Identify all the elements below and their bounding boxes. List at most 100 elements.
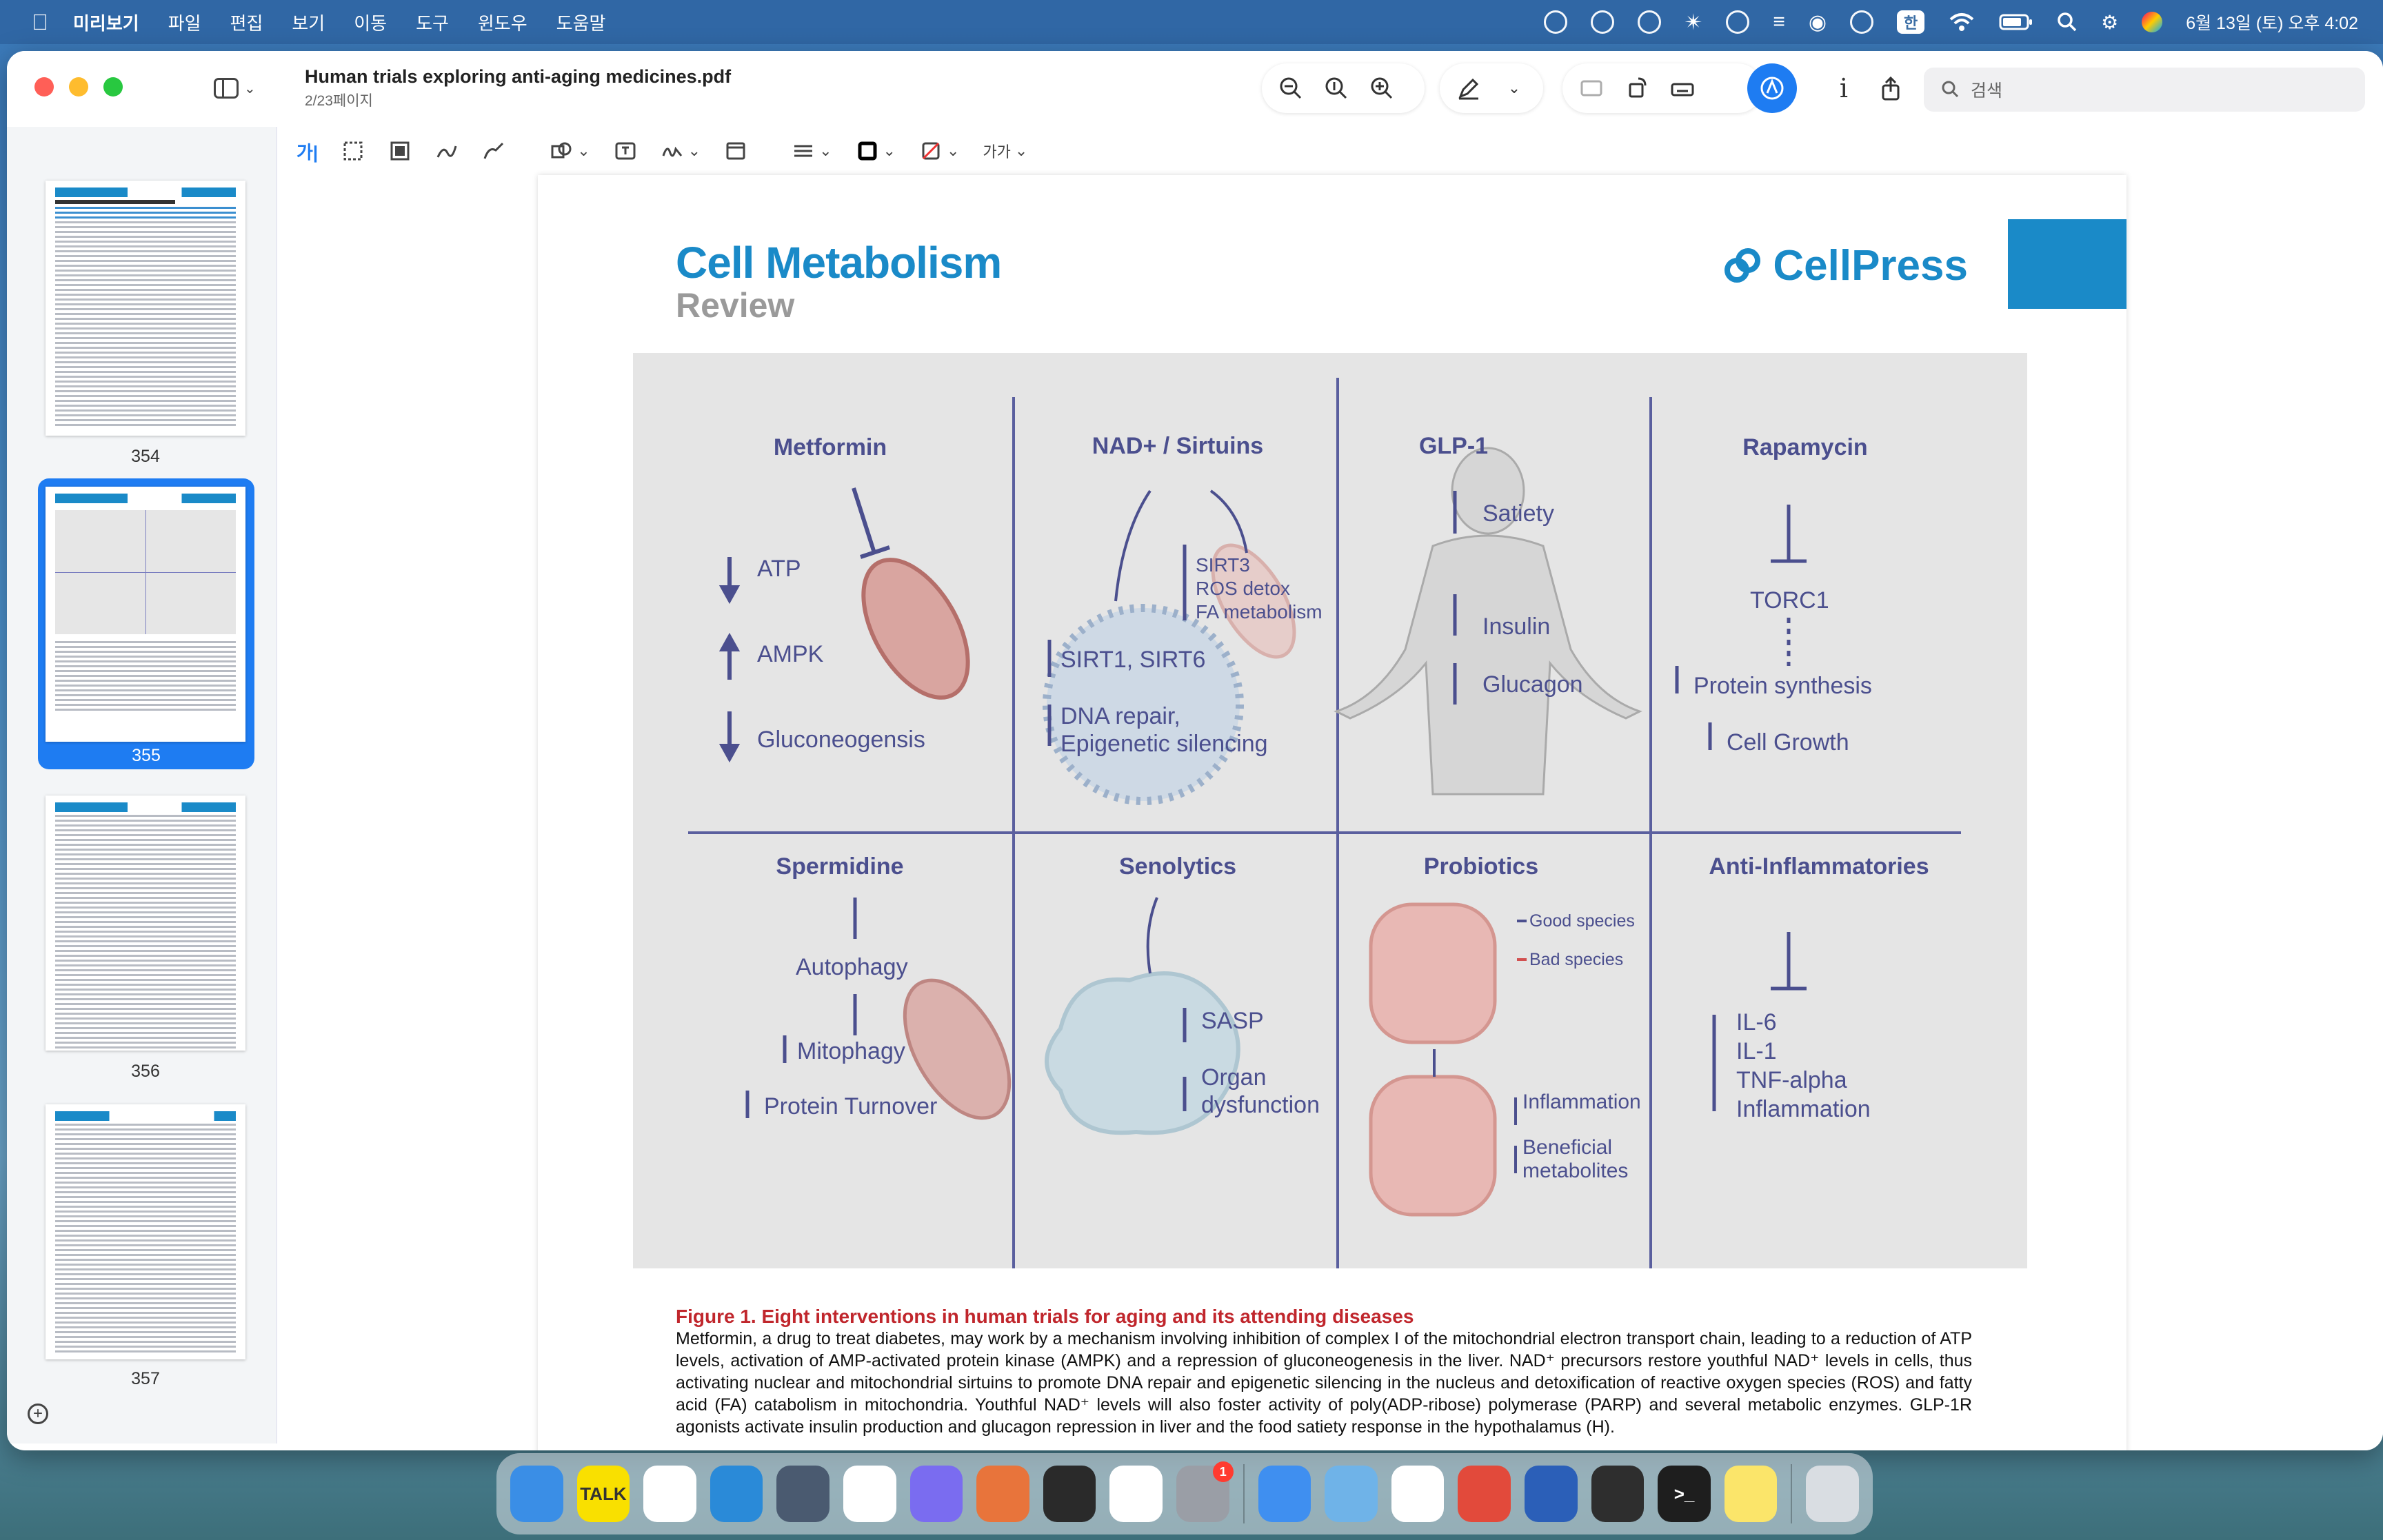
menu-help[interactable]: 도움말 <box>556 10 606 35</box>
nad-epigenetic: Epigenetic silencing <box>1060 731 1268 757</box>
zoom-controls <box>1262 63 1425 113</box>
info-icon[interactable]: i <box>1829 73 1859 103</box>
dock-app-mail-icon[interactable] <box>1258 1466 1311 1522</box>
text-box-icon[interactable] <box>614 139 637 163</box>
figure-drawing <box>688 378 1961 1268</box>
share-icon[interactable] <box>1876 73 1906 103</box>
zoom-button[interactable] <box>103 77 123 97</box>
journal-color-tab <box>2008 219 2126 309</box>
probiotics-inflammation: Inflammation <box>1522 1091 1641 1113</box>
glp1-glucagon: Glucagon <box>1482 671 1583 698</box>
form-fill-icon[interactable] <box>1667 73 1698 103</box>
menu-edit[interactable]: 편집 <box>230 10 263 35</box>
dock-app-perplexity-icon[interactable] <box>1109 1466 1163 1522</box>
probiotics-good-species: Good species <box>1529 911 1635 931</box>
dock-app-ollama-icon[interactable] <box>1325 1466 1378 1522</box>
input-source-indicator[interactable]: 한 <box>1897 10 1925 34</box>
chevron-down-icon[interactable]: ⌄ <box>1499 73 1529 103</box>
zoom-out-icon[interactable] <box>1276 73 1306 103</box>
status-icon-3[interactable] <box>1637 10 1661 34</box>
dock-app-kakaotalk-icon[interactable]: TALK <box>576 1466 630 1522</box>
page-indicator: 2/23페이지 <box>305 93 373 109</box>
rotate-icon[interactable] <box>1622 73 1652 103</box>
dock-app-system-settings-icon[interactable]: 1 <box>1176 1461 1234 1522</box>
dock-app-notes-icon[interactable] <box>1724 1466 1778 1522</box>
search-field[interactable]: 검색 <box>1924 68 2365 112</box>
smart-lasso-icon[interactable] <box>388 139 412 163</box>
menu-view[interactable]: 보기 <box>292 10 325 35</box>
nad-ros: ROS detox <box>1196 578 1290 599</box>
dock-app-chrome-icon[interactable] <box>643 1466 696 1522</box>
spermidine-protein-turnover: Protein Turnover <box>764 1093 938 1119</box>
page-thumbnail[interactable] <box>46 181 245 436</box>
dock-app-trash-icon[interactable] <box>1806 1466 1859 1522</box>
apple-menu-icon[interactable]:  <box>28 10 52 34</box>
border-color-icon[interactable]: ⌄ <box>856 139 896 163</box>
menu-go[interactable]: 이동 <box>354 10 387 35</box>
sketch-icon[interactable] <box>435 139 459 163</box>
caption-title: Figure 1. Eight interventions in human t… <box>676 1306 1414 1327</box>
menu-app-name[interactable]: 미리보기 <box>73 10 139 35</box>
zoom-in-icon[interactable] <box>1367 73 1397 103</box>
chatgpt-icon[interactable] <box>1726 10 1750 34</box>
chat-bubble-icon[interactable]: ◉ <box>1809 10 1827 34</box>
play-icon[interactable] <box>1850 10 1874 34</box>
image-icon[interactable] <box>1576 73 1607 103</box>
dock-app-finder-icon[interactable] <box>510 1466 563 1522</box>
signature-icon[interactable]: ⌄ <box>661 139 701 163</box>
dock-app-numbers-icon[interactable] <box>1391 1466 1445 1522</box>
dock-app-keychain-icon[interactable] <box>1591 1466 1645 1522</box>
note-icon[interactable] <box>724 139 747 163</box>
close-button[interactable] <box>34 77 54 97</box>
page-thumbnail[interactable] <box>46 1104 245 1359</box>
status-icon-2[interactable] <box>1590 10 1614 34</box>
text-selection-tool[interactable]: 가| <box>296 139 318 164</box>
document-view[interactable]: Cell Metabolism Review CellPress Metform… <box>277 175 2383 1450</box>
dock-app-terminal-icon[interactable]: >_ <box>1658 1466 1711 1522</box>
control-icon[interactable]: ≡ <box>1773 10 1785 34</box>
sidebar-toggle-button[interactable]: ⌄ <box>214 76 258 101</box>
menu-window[interactable]: 윈도우 <box>478 10 527 35</box>
fill-color-icon[interactable]: ⌄ <box>919 139 959 163</box>
text-style-button[interactable]: 가가 ⌄ <box>983 140 1027 162</box>
highlight-pen-icon[interactable] <box>1454 73 1484 103</box>
dock-app-chatgpt-icon[interactable] <box>843 1466 896 1522</box>
page-thumbnail-selected[interactable] <box>46 487 245 742</box>
search-icon[interactable] <box>2057 12 2078 32</box>
dock-app-vs-code-icon[interactable] <box>710 1466 763 1522</box>
line-style-icon[interactable]: ⌄ <box>792 139 832 163</box>
publisher-name: CellPress <box>1773 242 1968 290</box>
dock-app-claude-icon[interactable] <box>976 1466 1029 1522</box>
thumbnail-label: 357 <box>131 1369 160 1388</box>
minimize-button[interactable] <box>69 77 88 97</box>
markup-button[interactable] <box>1747 63 1797 113</box>
dock-app-messenger-icon[interactable] <box>909 1466 963 1522</box>
page-thumbnail[interactable] <box>46 796 245 1051</box>
siri-icon[interactable] <box>2142 12 2163 32</box>
status-icon-1[interactable] <box>1543 10 1567 34</box>
thumbnail-label: 356 <box>131 1062 160 1081</box>
dock-app-pdf-expert-icon[interactable] <box>1458 1466 1511 1522</box>
actual-size-icon[interactable] <box>1321 73 1351 103</box>
journal-name: Cell Metabolism <box>676 238 1002 287</box>
publisher-logo: CellPress <box>1722 241 1968 290</box>
wifi-icon[interactable] <box>1948 11 1975 33</box>
rect-selection-icon[interactable] <box>341 139 365 163</box>
menu-datetime[interactable]: 6월 13일 (토) 오후 4:02 <box>2186 10 2358 34</box>
control-center-icon[interactable]: ⚙ <box>2101 11 2118 34</box>
menu-tools[interactable]: 도구 <box>416 10 449 35</box>
draw-icon[interactable] <box>482 139 505 163</box>
dock-app-launchpad-icon[interactable] <box>1043 1466 1096 1522</box>
dock-app-parallels-icon[interactable] <box>776 1466 830 1522</box>
sun-icon[interactable]: ✴ <box>1685 9 1703 35</box>
nad-fa: FA metabolism <box>1196 601 1323 622</box>
dock-app-word-icon[interactable] <box>1525 1466 1578 1522</box>
shapes-icon[interactable]: ⌄ <box>550 139 590 163</box>
menu-file[interactable]: 파일 <box>168 10 201 35</box>
figure-caption: Figure 1. Eight interventions in human t… <box>676 1306 1972 1438</box>
caption-body: Metformin, a drug to treat diabetes, may… <box>676 1329 1972 1437</box>
senolytics-organ: Organ <box>1201 1064 1267 1091</box>
senolytics-dysfunction: dysfunction <box>1201 1092 1320 1118</box>
battery-icon[interactable] <box>1999 13 2033 31</box>
add-page-button[interactable]: + <box>28 1404 48 1424</box>
